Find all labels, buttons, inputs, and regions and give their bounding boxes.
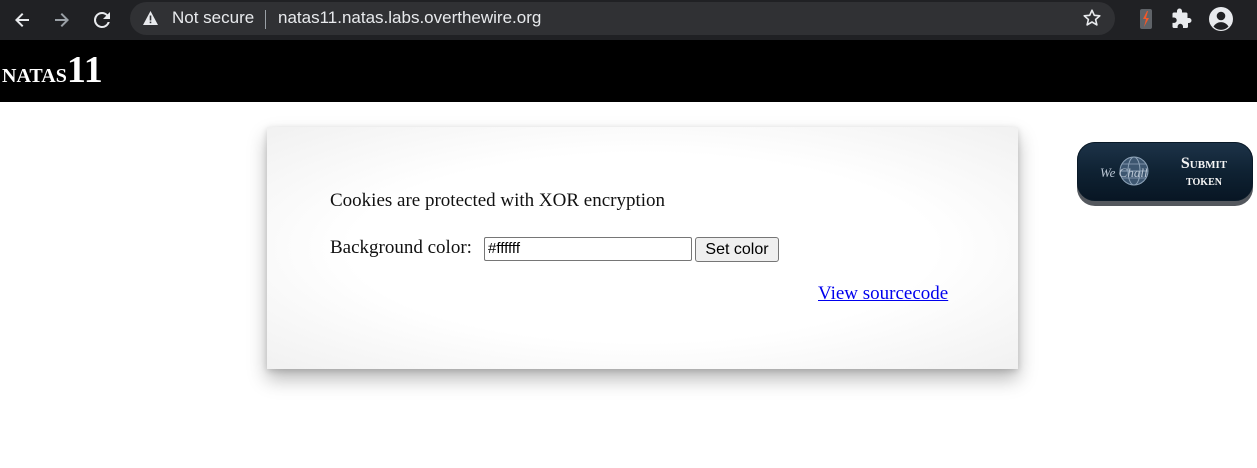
forward-arrow-icon[interactable] <box>42 0 82 40</box>
reload-icon[interactable] <box>82 0 122 40</box>
star-icon[interactable] <box>1082 8 1102 33</box>
submit-label: Submit <box>1180 155 1228 172</box>
url-text[interactable]: natas11.natas.labs.overthewire.org <box>278 8 541 28</box>
background-color-input[interactable]: #ffffff <box>484 237 692 261</box>
intro-text: Cookies are protected with XOR encryptio… <box>330 190 666 211</box>
logo-prefix: natas <box>2 58 67 89</box>
site-logo: natas11 <box>2 48 103 92</box>
extension-icon[interactable] <box>1133 6 1159 32</box>
logo-number: 11 <box>66 49 103 91</box>
browser-toolbar: Not secure natas11.natas.labs.overthewir… <box>0 0 1257 40</box>
warning-icon[interactable] <box>142 10 159 31</box>
security-label[interactable]: Not secure <box>172 8 254 28</box>
back-arrow-icon[interactable] <box>2 0 42 40</box>
submit-token-label: Submit token <box>1174 155 1234 191</box>
view-sourcecode-link[interactable]: View sourcecode <box>818 283 948 305</box>
set-color-button[interactable]: Set color <box>695 237 779 262</box>
token-label: token <box>1186 174 1222 189</box>
wechall-button-face[interactable]: We Chall Submit token <box>1077 142 1253 201</box>
address-divider <box>265 10 266 29</box>
address-bar[interactable]: Not secure natas11.natas.labs.overthewir… <box>130 2 1115 35</box>
background-color-label: Background color: <box>330 237 472 258</box>
page-header: natas11 <box>0 40 1257 102</box>
content-panel: Cookies are protected with XOR encryptio… <box>267 127 1018 369</box>
wechall-submit-token-button[interactable]: We Chall Submit token <box>1077 142 1253 206</box>
profile-icon[interactable] <box>1208 6 1234 32</box>
wechall-logo-text: We Chall <box>1100 165 1148 180</box>
puzzle-icon[interactable] <box>1169 6 1195 32</box>
